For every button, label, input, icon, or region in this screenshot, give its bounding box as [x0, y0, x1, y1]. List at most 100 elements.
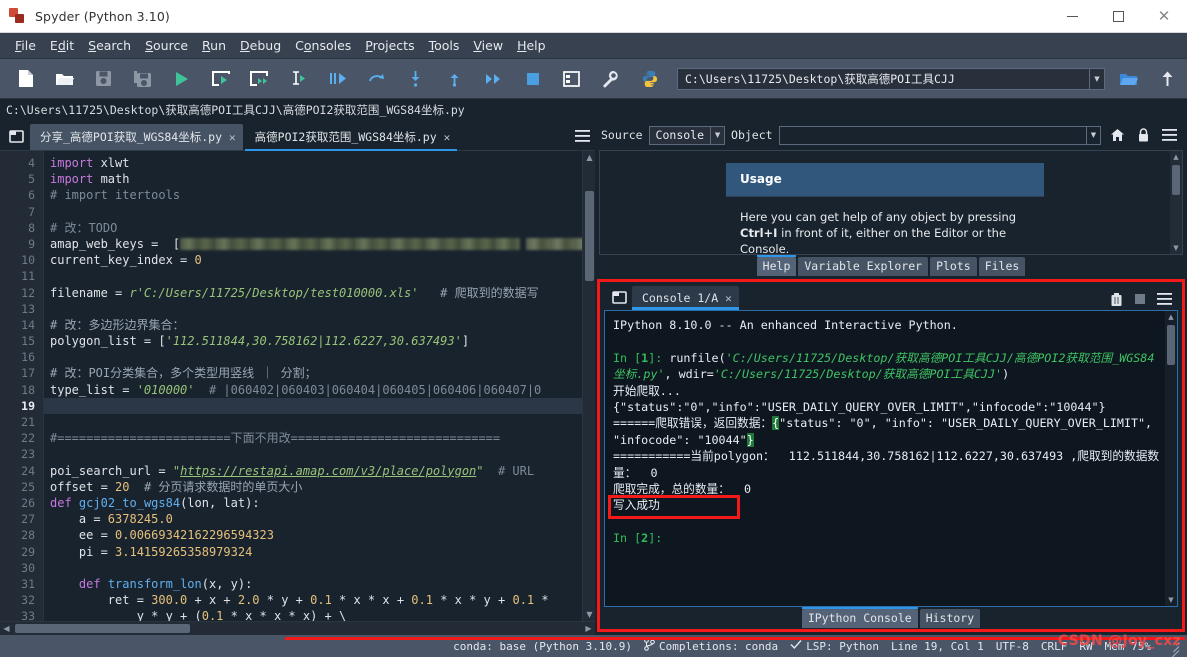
menu-source[interactable]: Source	[138, 36, 195, 55]
tab-files[interactable]: Files	[978, 256, 1026, 276]
minimize-button[interactable]	[1049, 0, 1095, 32]
menu-search[interactable]: Search	[81, 36, 138, 55]
tab-ipython-console[interactable]: IPython Console	[801, 606, 918, 628]
console-terminal[interactable]: IPython 8.10.0 -- An enhanced Interactiv…	[604, 310, 1178, 607]
scroll-up-icon[interactable]: ▲	[1170, 151, 1182, 163]
line-number: 14	[21, 317, 35, 332]
scroll-right-icon[interactable]: ▶	[582, 624, 595, 633]
run-selection-icon[interactable]	[279, 62, 318, 96]
line-number: 7	[28, 204, 35, 219]
menu-projects[interactable]: Projects	[358, 36, 421, 55]
working-directory-combo[interactable]: C:\Users\11725\Desktop\获取高德POI工具CJJ ▼	[677, 67, 1105, 90]
tab-help[interactable]: Help	[756, 254, 797, 276]
undock-icon[interactable]	[606, 284, 632, 310]
editor-tab-1[interactable]: 高德POI2获取范围_WGS84坐标.py ✕	[244, 124, 458, 151]
save-file-icon[interactable]	[84, 62, 123, 96]
help-options-hamburger-icon[interactable]	[1159, 124, 1179, 146]
console-line: ======爬取错误，返回数据：{"status": "0", "info": …	[613, 416, 1160, 447]
help-body-post: in front of it, either on the Editor or …	[740, 226, 1007, 255]
menu-run[interactable]: Run	[195, 36, 233, 55]
help-content-area: Usage Here you can get help of any objec…	[599, 150, 1183, 255]
status-eol: CRLF	[1040, 639, 1068, 653]
maximize-button[interactable]	[1095, 0, 1141, 32]
stop-debug-icon[interactable]	[513, 62, 552, 96]
close-button[interactable]: ✕	[1141, 0, 1187, 32]
console-line: 开始爬取...	[613, 383, 681, 398]
menu-view[interactable]: View	[466, 36, 510, 55]
tab-label: Variable Explorer	[804, 258, 923, 273]
code-text-area[interactable]: import xlwt import math # import itertools…	[44, 151, 582, 621]
parent-directory-icon[interactable]	[1148, 62, 1187, 96]
tab-plots[interactable]: Plots	[930, 256, 977, 276]
line-number: 30	[21, 560, 35, 575]
scroll-down-icon[interactable]: ▼	[583, 608, 596, 621]
python-path-icon[interactable]	[630, 62, 669, 96]
menu-debug[interactable]: Debug	[233, 36, 288, 55]
close-icon[interactable]: ✕	[444, 131, 451, 144]
help-source-combo[interactable]: Console ▼	[648, 125, 726, 145]
step-into-icon[interactable]	[396, 62, 435, 96]
hscroll-track[interactable]	[13, 624, 582, 633]
home-icon[interactable]	[1107, 124, 1127, 146]
chevron-down-icon[interactable]: ▼	[710, 126, 724, 144]
resize-grip[interactable]	[1165, 639, 1180, 657]
tab-variable-explorer[interactable]: Variable Explorer	[798, 256, 929, 276]
chevron-down-icon[interactable]: ▼	[1089, 68, 1104, 89]
editor-horizontal-scrollbar[interactable]: ◀ ▶	[0, 621, 595, 635]
code-line: # 改：TODO	[50, 220, 118, 235]
step-return-icon[interactable]	[435, 62, 474, 96]
menu-consoles[interactable]: Consoles	[288, 36, 358, 55]
menu-edit[interactable]: Edit	[43, 36, 81, 55]
help-object-input[interactable]: ▼	[778, 125, 1101, 145]
chevron-down-icon[interactable]: ▼	[1086, 126, 1100, 144]
undock-icon[interactable]	[2, 122, 30, 150]
console-options-hamburger-icon[interactable]	[1154, 288, 1174, 310]
panes-layout-icon[interactable]	[552, 62, 591, 96]
scrollbar-thumb[interactable]	[1172, 165, 1180, 195]
scroll-left-icon[interactable]: ◀	[0, 624, 13, 633]
git-branch-icon	[644, 638, 655, 654]
scroll-up-icon[interactable]: ▲	[1165, 311, 1177, 323]
help-toolbar: Source Console ▼ Object ▼	[595, 120, 1187, 150]
editor-options-hamburger-icon[interactable]	[569, 122, 595, 150]
menu-tools[interactable]: Tools	[422, 36, 467, 55]
debug-file-icon[interactable]	[318, 62, 357, 96]
scroll-down-icon[interactable]: ▼	[1170, 242, 1182, 254]
menu-help[interactable]: Help	[510, 36, 553, 55]
code-line: import math	[50, 172, 130, 187]
run-cell-icon[interactable]	[201, 62, 240, 96]
file-path-strip: C:\Users\11725\Desktop\获取高德POI工具CJJ\高德PO…	[0, 99, 1187, 120]
tab-history[interactable]: History	[919, 608, 981, 628]
trash-icon[interactable]	[1106, 288, 1126, 310]
line-number: 12	[21, 285, 35, 300]
continue-icon[interactable]	[474, 62, 513, 96]
line-number: 26	[21, 495, 35, 510]
hscrollbar-thumb[interactable]	[15, 624, 190, 633]
console-vertical-scrollbar[interactable]: ▲ ▼	[1165, 311, 1177, 606]
browse-directory-icon[interactable]	[1109, 62, 1148, 96]
close-icon[interactable]: ✕	[229, 131, 236, 144]
help-usage-card: Usage Here you can get help of any objec…	[726, 163, 1044, 254]
menu-file[interactable]: File	[8, 36, 43, 55]
scroll-down-icon[interactable]: ▼	[1165, 594, 1177, 606]
help-vertical-scrollbar[interactable]: ▲ ▼	[1170, 151, 1182, 254]
scroll-up-icon[interactable]: ▲	[583, 151, 596, 164]
console-tab-1a[interactable]: Console 1/A ✕	[632, 286, 739, 310]
stop-square-icon[interactable]	[1130, 288, 1150, 310]
new-file-icon[interactable]	[6, 62, 45, 96]
scrollbar-thumb[interactable]	[585, 191, 594, 281]
editor-vertical-scrollbar[interactable]: ▲ ▼	[582, 151, 595, 621]
preferences-icon[interactable]	[591, 62, 630, 96]
run-file-icon[interactable]	[162, 62, 201, 96]
run-cell-advance-icon[interactable]	[240, 62, 279, 96]
editor-tab-0[interactable]: 分享_高德POI获取_WGS84坐标.py ✕	[30, 124, 243, 150]
open-file-icon[interactable]	[45, 62, 84, 96]
scrollbar-thumb[interactable]	[1167, 325, 1175, 365]
step-over-icon[interactable]	[357, 62, 396, 96]
lock-icon[interactable]	[1133, 124, 1153, 146]
save-all-icon[interactable]	[123, 62, 162, 96]
close-icon[interactable]: ✕	[725, 292, 732, 305]
